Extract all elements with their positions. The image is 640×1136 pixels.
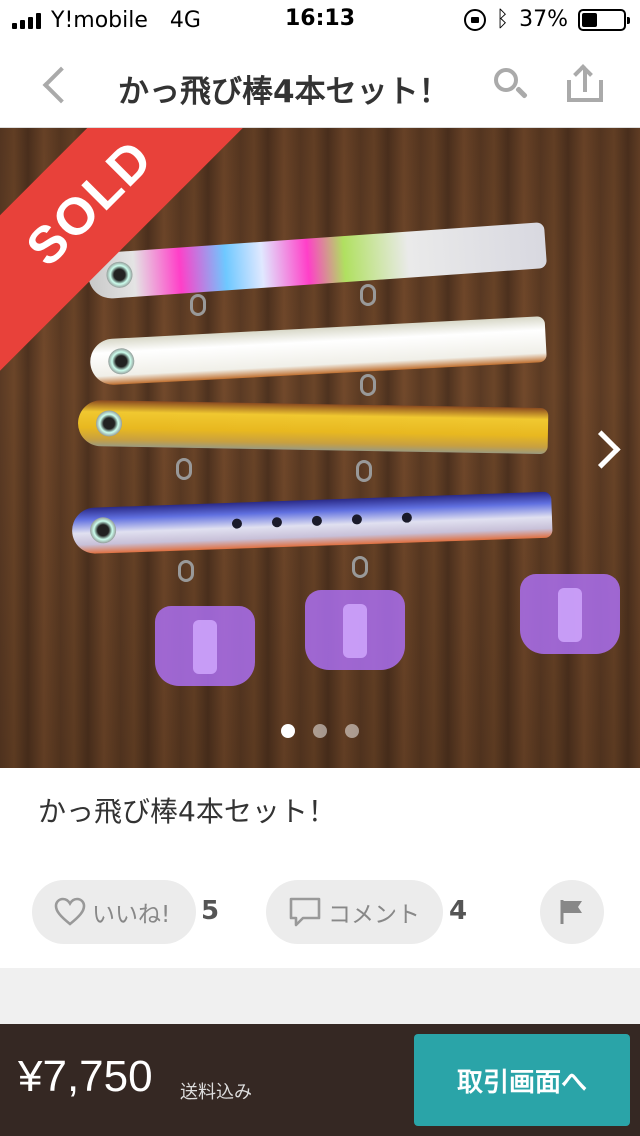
battery-percent: 37% xyxy=(519,7,568,32)
lure-image-2 xyxy=(89,316,547,386)
lure-dot xyxy=(231,518,243,529)
lure-image-1 xyxy=(86,222,548,300)
lure-dot xyxy=(401,512,413,523)
back-button[interactable] xyxy=(30,60,80,110)
status-right: ᛒ 37% xyxy=(463,7,630,32)
hook-cover xyxy=(155,606,255,686)
hook-cover xyxy=(305,590,405,670)
like-button[interactable]: いいね! xyxy=(32,880,196,944)
hook xyxy=(356,460,372,482)
next-image-button[interactable] xyxy=(588,428,618,468)
lure-dot xyxy=(311,515,323,526)
like-count: 5 xyxy=(201,896,220,926)
page-title: かっ飛び棒4本セット！ xyxy=(118,74,450,110)
battery-icon xyxy=(578,8,630,31)
comment-button[interactable]: コメント xyxy=(266,880,443,944)
status-bar: Y!mobile 4G 16:13 ᛒ 37% xyxy=(0,0,640,40)
lure-eye xyxy=(105,260,134,289)
report-button[interactable] xyxy=(540,880,604,944)
comment-count: 4 xyxy=(449,896,468,926)
lure-eye xyxy=(89,516,117,544)
search-icon xyxy=(494,68,518,92)
lure-image-4 xyxy=(71,491,553,555)
hook xyxy=(360,284,376,306)
item-name: かっ飛び棒4本セット！ xyxy=(38,795,336,828)
bluetooth-icon: ᛒ xyxy=(495,7,510,32)
rotation-lock-icon xyxy=(463,8,486,31)
comment-icon xyxy=(288,896,322,928)
photo-pager xyxy=(0,724,640,738)
pager-dot[interactable] xyxy=(313,724,327,738)
price: ¥7,750 xyxy=(18,1052,153,1101)
search-button[interactable] xyxy=(488,62,532,106)
lure-dot xyxy=(271,517,283,528)
search-icon-handle xyxy=(515,86,528,99)
action-row: いいね! 5 コメント 4 xyxy=(0,880,640,944)
hook-cover xyxy=(520,574,620,654)
flag-icon xyxy=(560,900,582,924)
hook xyxy=(178,560,194,582)
hook xyxy=(176,458,192,480)
like-label: いいね! xyxy=(92,902,171,928)
section-divider xyxy=(0,968,640,1024)
lure-image-3 xyxy=(77,399,549,455)
product-photo-carousel[interactable]: SOLD xyxy=(0,128,640,768)
pager-dot[interactable] xyxy=(281,724,295,738)
trade-button-label: 取引画面へ xyxy=(456,1067,587,1098)
lure-dot xyxy=(351,514,363,525)
lure-eye xyxy=(107,347,135,375)
nav-bar: かっ飛び棒4本セット！ xyxy=(0,40,640,128)
hook xyxy=(190,294,206,316)
trade-screen-button[interactable]: 取引画面へ xyxy=(414,1034,630,1126)
lure-eye xyxy=(95,410,123,437)
battery-fill xyxy=(582,12,597,27)
bottom-bar: ¥7,750 送料込み 取引画面へ xyxy=(0,1024,640,1136)
hook xyxy=(352,556,368,578)
pager-dot[interactable] xyxy=(345,724,359,738)
comment-label: コメント xyxy=(328,902,420,928)
heart-icon xyxy=(54,897,86,927)
hook xyxy=(360,374,376,396)
shipping-note: 送料込み xyxy=(180,1082,252,1103)
share-button[interactable] xyxy=(560,60,610,110)
